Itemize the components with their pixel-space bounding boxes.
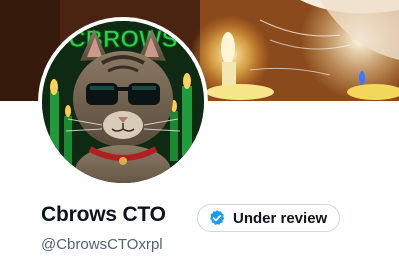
avatar-frame[interactable]: CBROWS (38, 17, 208, 187)
cat-avatar-image: CBROWS (42, 21, 204, 183)
profile-handle: @CbrowsCTOxrpl (41, 236, 163, 253)
verification-status-label: Under review (233, 209, 328, 227)
profile-display-name: Cbrows CTO (41, 203, 166, 226)
verification-status-badge[interactable]: Under review (197, 204, 341, 232)
avatar[interactable]: CBROWS (42, 21, 204, 183)
verified-badge-icon (208, 209, 226, 227)
svg-text:CBROWS: CBROWS (68, 26, 177, 53)
